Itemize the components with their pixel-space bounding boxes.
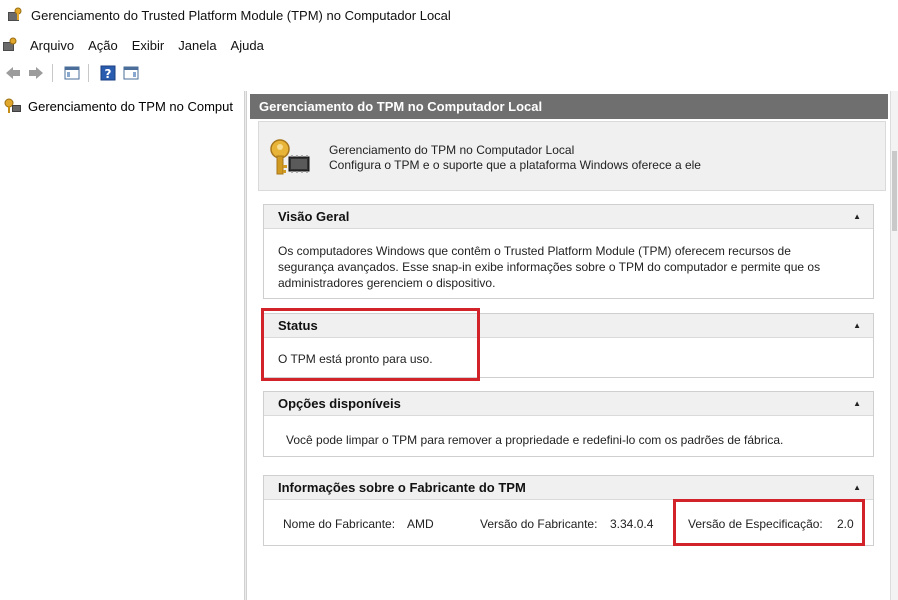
manufacturer-version-label: Versão do Fabricante:	[480, 517, 598, 531]
spec-version-value: 2.0	[837, 517, 854, 531]
manufacturer-title: Informações sobre o Fabricante do TPM	[278, 480, 526, 495]
options-panel-header[interactable]: Opções disponíveis ▲	[264, 392, 873, 416]
manufacturer-name-value: AMD	[407, 517, 434, 531]
scrollbar-thumb[interactable]	[892, 151, 897, 231]
tree-item-label: Gerenciamento do TPM no Comput	[28, 98, 233, 114]
forward-arrow-icon	[29, 67, 43, 79]
console-menu-icon[interactable]	[2, 37, 18, 53]
overview-text-line-1: Os computadores Windows que contêm o Tru…	[278, 244, 791, 258]
menu-bar: Arquivo Ação Exibir Janela Ajuda	[0, 34, 898, 56]
intro-title: Gerenciamento do TPM no Computador Local	[329, 143, 575, 157]
manufacturer-panel: Informações sobre o Fabricante do TPM ▲ …	[263, 475, 874, 546]
overview-panel: Visão Geral ▲ Os computadores Windows qu…	[263, 204, 874, 299]
menu-janela[interactable]: Janela	[176, 38, 218, 53]
spec-version-label: Versão de Especificação:	[688, 517, 823, 531]
window-title: Gerenciamento do Trusted Platform Module…	[31, 7, 451, 23]
vertical-scrollbar[interactable]	[890, 91, 898, 600]
status-text: O TPM está pronto para uso.	[278, 352, 433, 366]
overview-text-line-3: administradores gerenciem o dispositivo.	[278, 276, 496, 290]
forward-button[interactable]	[26, 63, 46, 83]
tpm-tree-icon	[4, 98, 21, 113]
collapse-options-icon[interactable]: ▲	[853, 399, 861, 408]
title-bar: Gerenciamento do Trusted Platform Module…	[0, 0, 898, 30]
back-arrow-icon	[6, 67, 20, 79]
options-text: Você pode limpar o TPM para remover a pr…	[286, 433, 784, 447]
intro-banner: Gerenciamento do TPM no Computador Local…	[258, 121, 886, 191]
status-panel: Status ▲ O TPM está pronto para uso.	[263, 313, 874, 378]
collapse-overview-icon[interactable]: ▲	[853, 212, 861, 221]
show-hide-action-pane-icon	[123, 66, 139, 80]
pane-splitter[interactable]	[244, 91, 247, 600]
menu-ajuda[interactable]: Ajuda	[229, 38, 266, 53]
show-hide-tree-button[interactable]	[62, 63, 82, 83]
back-button[interactable]	[3, 63, 23, 83]
manufacturer-version-value: 3.34.0.4	[610, 517, 654, 531]
options-panel: Opções disponíveis ▲ Você pode limpar o …	[263, 391, 874, 457]
results-pane: Gerenciamento do TPM no Computador Local…	[250, 91, 890, 600]
help-button[interactable]: ?	[98, 63, 118, 83]
manufacturer-panel-header[interactable]: Informações sobre o Fabricante do TPM ▲	[264, 476, 873, 500]
status-panel-header[interactable]: Status ▲	[264, 314, 873, 338]
options-title: Opções disponíveis	[278, 396, 401, 411]
tpm-app-icon	[8, 7, 22, 21]
collapse-manufacturer-icon[interactable]: ▲	[853, 483, 861, 492]
toolbar: ?	[0, 60, 898, 86]
help-icon: ?	[100, 65, 116, 81]
overview-panel-header[interactable]: Visão Geral ▲	[264, 205, 873, 229]
svg-text:?: ?	[105, 67, 112, 81]
collapse-status-icon[interactable]: ▲	[853, 321, 861, 330]
menu-exibir[interactable]: Exibir	[130, 38, 167, 53]
tpm-key-chip-icon	[270, 139, 310, 175]
status-title: Status	[278, 318, 318, 333]
toolbar-separator	[52, 64, 53, 82]
menu-arquivo[interactable]: Arquivo	[28, 38, 76, 53]
intro-description: Configura o TPM e o suporte que a plataf…	[329, 158, 701, 172]
show-hide-action-pane-button[interactable]	[121, 63, 141, 83]
toolbar-separator	[88, 64, 89, 82]
tree-item-tpm-management[interactable]: Gerenciamento do TPM no Comput	[4, 98, 233, 114]
manufacturer-name-label: Nome do Fabricante:	[283, 517, 396, 531]
pane-header: Gerenciamento do TPM no Computador Local	[250, 94, 888, 119]
console-tree: Gerenciamento do TPM no Comput	[0, 91, 244, 600]
overview-title: Visão Geral	[278, 209, 350, 224]
menu-acao[interactable]: Ação	[86, 38, 120, 53]
show-hide-tree-icon	[64, 66, 80, 80]
overview-text-line-2: segurança avançados. Esse snap-in exibe …	[278, 260, 821, 274]
